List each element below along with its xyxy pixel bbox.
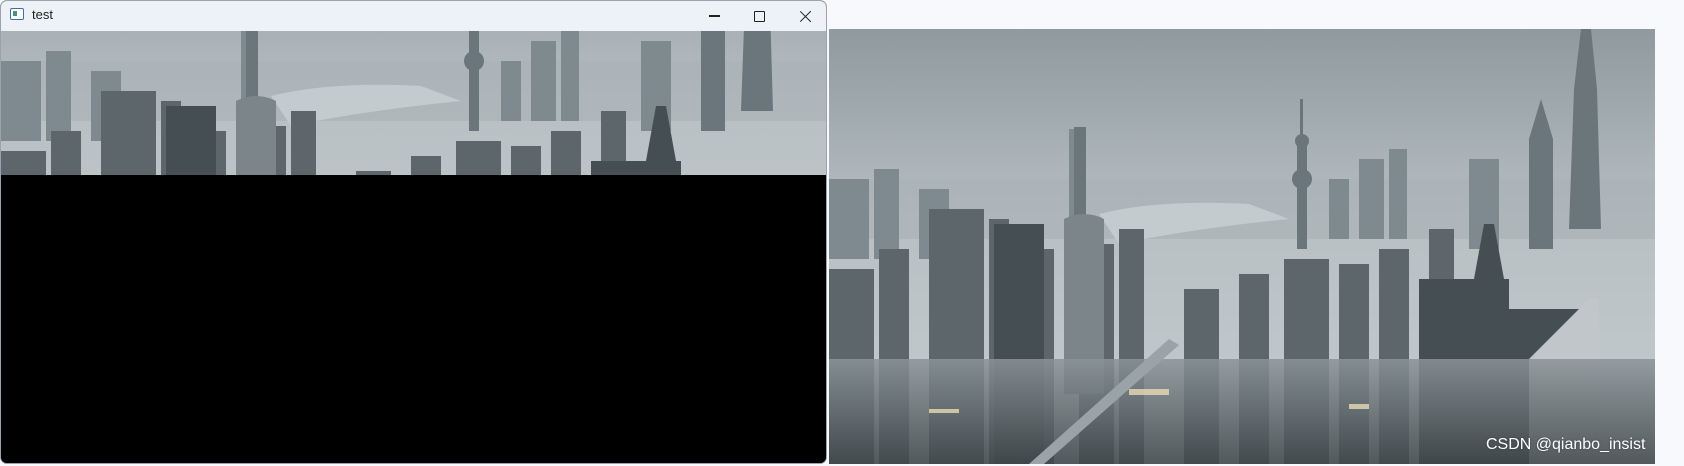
maximize-icon: [753, 10, 765, 22]
maximize-button[interactable]: [736, 1, 782, 31]
app-window: test: [0, 0, 827, 464]
watermark-text: CSDN @qianbo_insist: [1486, 436, 1646, 453]
window-title: test: [32, 7, 53, 22]
minimize-icon: [708, 15, 720, 17]
close-button[interactable]: [782, 1, 826, 31]
opencv-window-icon: [10, 8, 24, 20]
city-skyline-photo: [829, 29, 1655, 464]
watermark: CSDN @qianbo_insist: [1486, 436, 1645, 454]
close-icon: [799, 10, 812, 23]
minimize-button[interactable]: [691, 1, 737, 31]
empty-canvas: [1, 175, 826, 463]
skyline-strip-image: [1, 31, 826, 175]
title-bar[interactable]: test: [1, 1, 826, 31]
